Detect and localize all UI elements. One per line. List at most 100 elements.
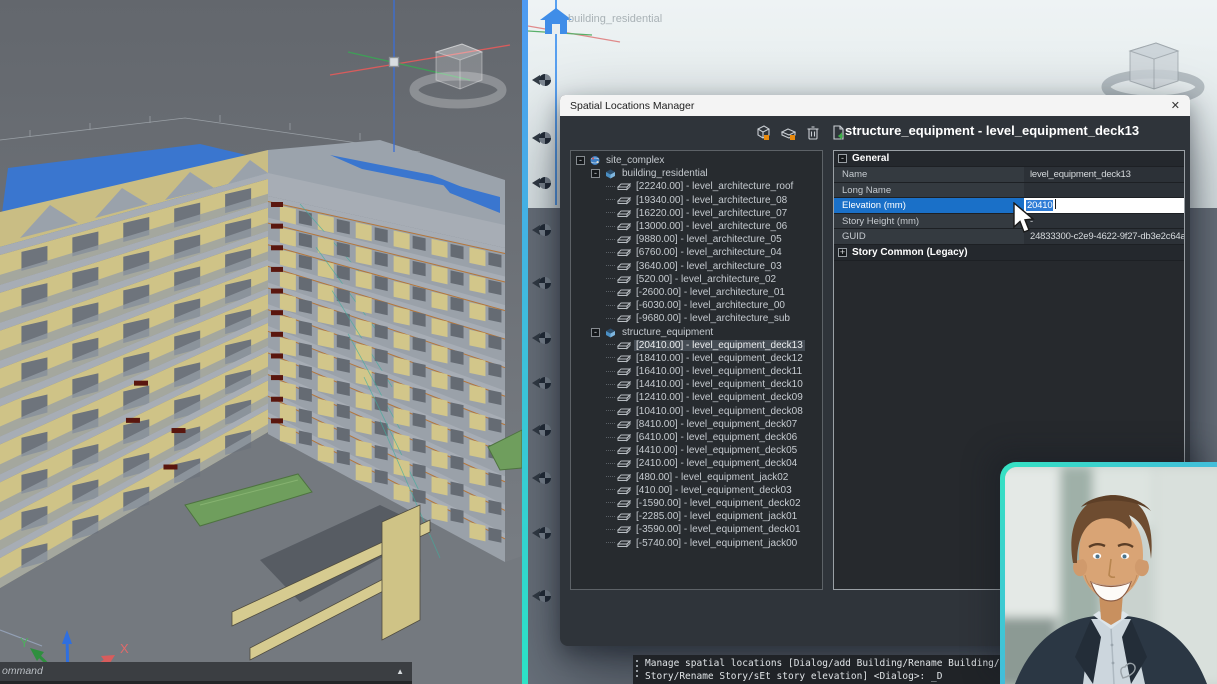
tree-node[interactable]: - structure_equipment — [571, 325, 822, 338]
tree-connector — [606, 239, 615, 241]
tree-connector — [606, 423, 615, 425]
presenter-photo — [1005, 467, 1217, 684]
property-label: Long Name — [834, 183, 1024, 198]
tree-node[interactable]: [6410.00] - level_equipment_deck06 — [571, 431, 822, 444]
level-icon — [617, 367, 631, 376]
property-section-header[interactable]: + Story Common (Legacy) — [834, 245, 1184, 261]
level-marker-icon — [532, 589, 552, 608]
close-button[interactable]: ✕ — [1171, 99, 1180, 112]
spatial-tree: -site_complex-building_residential[22240… — [570, 150, 823, 590]
level-icon — [617, 433, 631, 442]
level-icon — [617, 393, 631, 402]
level-icon — [617, 354, 631, 363]
level-icon — [617, 539, 631, 548]
property-value[interactable]: 24833300-c2e9-4622-9f27-db3e2c64a8d2 — [1024, 229, 1185, 244]
command-bar-text: ommand — [2, 665, 43, 677]
expand-toggle-icon[interactable]: - — [591, 328, 600, 337]
level-icon — [617, 459, 631, 468]
expand-arrow-icon[interactable]: ▲ — [396, 662, 404, 681]
building-icon — [604, 168, 617, 179]
tree-node[interactable]: [520.00] - level_architecture_02 — [571, 273, 822, 286]
viewport-3d[interactable]: Y X ommand ▲ — [0, 0, 522, 684]
tree-node[interactable]: [9880.00] - level_architecture_05 — [571, 233, 822, 246]
tree-connector — [606, 410, 615, 412]
tree-node[interactable]: [-6030.00] - level_architecture_00 — [571, 299, 822, 312]
property-label: Story Height (mm) — [834, 214, 1024, 229]
tree-node[interactable]: [16410.00] - level_equipment_deck11 — [571, 365, 822, 378]
tree-node-label: [-2600.00] - level_architecture_01 — [634, 287, 787, 298]
tree-node[interactable]: [14410.00] - level_equipment_deck10 — [571, 378, 822, 391]
tree-node-label: [22240.00] - level_architecture_roof — [634, 181, 795, 192]
tree-connector — [606, 463, 615, 465]
tree-connector — [606, 291, 615, 293]
section-toggle-icon[interactable]: + — [838, 248, 847, 257]
tree-node[interactable]: [10410.00] - level_equipment_deck08 — [571, 405, 822, 418]
property-value[interactable]: level_equipment_deck13 — [1024, 167, 1184, 182]
tree-node-label: [-9680.00] - level_architecture_sub — [634, 313, 792, 324]
tree-node-label: [520.00] - level_architecture_02 — [634, 274, 778, 285]
tree-node[interactable]: [22240.00] - level_architecture_roof — [571, 180, 822, 193]
tree-node[interactable]: [16220.00] - level_architecture_07 — [571, 207, 822, 220]
command-window[interactable]: Manage spatial locations [Dialog/add Bui… — [633, 655, 1001, 684]
tree-node[interactable]: [3640.00] - level_architecture_03 — [571, 260, 822, 273]
tree-connector — [606, 252, 615, 254]
tree-node-label: [12410.00] - level_equipment_deck09 — [634, 392, 805, 403]
tree-node[interactable]: - site_complex — [571, 154, 822, 167]
level-marker-icon — [532, 276, 552, 295]
tree-node[interactable]: [410.00] - level_equipment_deck03 — [571, 484, 822, 497]
property-value-input[interactable]: 20410 — [1024, 198, 1184, 213]
level-icon — [617, 248, 631, 257]
tree-node[interactable]: [-2600.00] - level_architecture_01 — [571, 286, 822, 299]
level-icon — [617, 486, 631, 495]
tree-node[interactable]: [4410.00] - level_equipment_deck05 — [571, 444, 822, 457]
section-label: Story Common (Legacy) — [852, 247, 968, 258]
tree-node[interactable]: [-2285.00] - level_equipment_jack01 — [571, 510, 822, 523]
tree-node[interactable]: -building_residential — [571, 167, 822, 180]
expand-toggle-icon[interactable]: - — [591, 169, 600, 178]
tree-node[interactable]: [13000.00] - level_architecture_06 — [571, 220, 822, 233]
tree-node[interactable]: [20410.00] - level_equipment_deck13 — [571, 339, 822, 352]
level-icon — [617, 473, 631, 482]
tree-node-label: [-2285.00] - level_equipment_jack01 — [634, 511, 799, 522]
import-icon[interactable] — [830, 124, 846, 141]
level-icon — [617, 301, 631, 310]
tree-node-label: [16410.00] - level_equipment_deck11 — [634, 366, 804, 377]
level-icon — [617, 341, 631, 350]
view-cube-icon[interactable] — [1088, 25, 1217, 105]
add-story-icon[interactable] — [780, 124, 796, 141]
expand-toggle-icon[interactable]: - — [576, 156, 585, 165]
tree-node[interactable]: [19340.00] - level_architecture_08 — [571, 194, 822, 207]
tree-node-label: [3640.00] - level_architecture_03 — [634, 261, 784, 272]
tree-node-label: structure_equipment — [620, 327, 715, 338]
tree-node[interactable]: [-3590.00] - level_equipment_deck01 — [571, 523, 822, 536]
tree-node[interactable]: [2410.00] - level_equipment_deck04 — [571, 457, 822, 470]
dialog-titlebar[interactable]: Spatial Locations Manager ✕ — [560, 95, 1190, 116]
property-label: Name — [834, 167, 1024, 182]
level-marker-icon — [532, 376, 552, 395]
add-building-icon[interactable] — [755, 124, 771, 141]
section-toggle-icon[interactable]: - — [838, 154, 847, 163]
command-bar[interactable]: ommand ▲ — [0, 662, 412, 681]
model-label: building_residential — [568, 13, 662, 25]
tree-node[interactable]: [8410.00] - level_equipment_deck07 — [571, 418, 822, 431]
delete-icon[interactable] — [805, 124, 821, 141]
level-icon — [617, 512, 631, 521]
tree-node[interactable]: [480.00] - level_equipment_jack02 — [571, 471, 822, 484]
tree-node-label: site_complex — [604, 155, 666, 166]
tree-node[interactable]: [-1590.00] - level_equipment_deck02 — [571, 497, 822, 510]
property-value[interactable] — [1024, 183, 1184, 198]
tree-node[interactable]: [-5740.00] - level_equipment_jack00 — [571, 536, 822, 549]
tree-node-label: [8410.00] - level_equipment_deck07 — [634, 419, 799, 430]
tree-node-label: [10410.00] - level_equipment_deck08 — [634, 406, 805, 417]
property-value[interactable]: - — [1024, 214, 1184, 229]
tree-node-label: [4410.00] - level_equipment_deck05 — [634, 445, 799, 456]
tree-node-label: [19340.00] - level_architecture_08 — [634, 195, 789, 206]
property-row: Elevation (mm)20410 — [834, 198, 1184, 214]
tree-node[interactable]: [6760.00] - level_architecture_04 — [571, 246, 822, 259]
building-model-graphic: Y X — [0, 0, 522, 684]
tree-node[interactable]: [12410.00] - level_equipment_deck09 — [571, 391, 822, 404]
svg-text:X: X — [120, 641, 129, 656]
tree-node[interactable]: [-9680.00] - level_architecture_sub — [571, 312, 822, 325]
property-section-header[interactable]: -General — [834, 151, 1184, 167]
tree-node[interactable]: [18410.00] - level_equipment_deck12 — [571, 352, 822, 365]
